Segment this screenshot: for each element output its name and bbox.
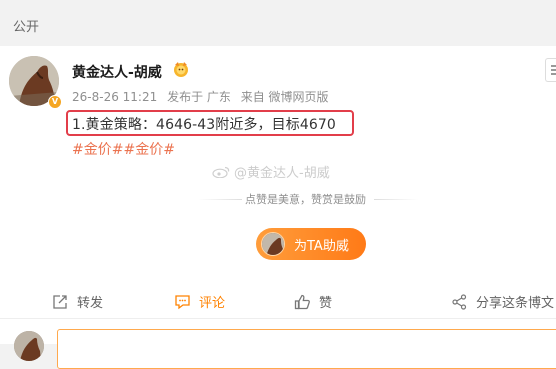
post-source: 来自 微博网页版 [240, 90, 329, 104]
like-icon [294, 294, 310, 310]
current-user-avatar [14, 331, 44, 361]
comment-area [0, 319, 556, 369]
share-icon [452, 294, 467, 310]
share-label: 分享这条博文 [476, 296, 555, 311]
divider-left [198, 199, 242, 200]
weibo-logo-icon [212, 166, 230, 178]
visibility-label: 公开 [13, 20, 40, 35]
post-hashtags[interactable]: #金价##金价# [72, 139, 175, 159]
author-name[interactable]: 黄金达人-胡威 [72, 62, 162, 82]
forward-button[interactable]: 转发 [52, 292, 103, 311]
share-button[interactable]: 分享这条博文 [451, 292, 554, 311]
like-label: 赞 [319, 296, 333, 311]
comment-icon [175, 295, 190, 310]
reward-button-label: 为TA助威 [294, 239, 349, 254]
watermark-text: @黄金达人-胡威 [234, 166, 330, 181]
post-meta: 26-8-26 11:21 发布于 广东 来自 微博网页版 [72, 88, 335, 105]
rank-badge-icon[interactable] [172, 61, 190, 78]
verified-icon: V [48, 95, 62, 109]
reward-button[interactable]: 为TA助威 [256, 228, 366, 260]
comment-input[interactable] [57, 329, 556, 369]
image-watermark: @黄金达人-胡威 [212, 162, 330, 181]
more-icon[interactable] [545, 58, 556, 82]
appreciate-row: 点赞是美意，赞赏是鼓励 [198, 191, 418, 207]
appreciate-slogan: 点赞是美意，赞赏是鼓励 [245, 193, 366, 206]
post-card: V 黄金达人-胡威 26-8-26 11:21 发布于 广东 来自 微博网页版 … [0, 46, 556, 369]
post-text: 1.黄金策略：4646-43附近多，目标4670 [72, 117, 336, 133]
comment-label: 评论 [199, 296, 226, 311]
like-button[interactable]: 赞 [294, 292, 332, 311]
divider-right [374, 199, 418, 200]
action-bar: 转发 评论 赞 分享这条博文 [0, 284, 556, 318]
forward-label: 转发 [77, 296, 104, 311]
forward-icon [53, 295, 67, 309]
reward-avatar [261, 232, 285, 256]
author-avatar[interactable]: V [9, 56, 62, 109]
top-bar: 公开 [0, 0, 556, 46]
post-location: 发布于 广东 [167, 90, 231, 104]
comment-button[interactable]: 评论 [174, 292, 225, 311]
post-timestamp[interactable]: 26-8-26 11:21 [72, 90, 157, 104]
